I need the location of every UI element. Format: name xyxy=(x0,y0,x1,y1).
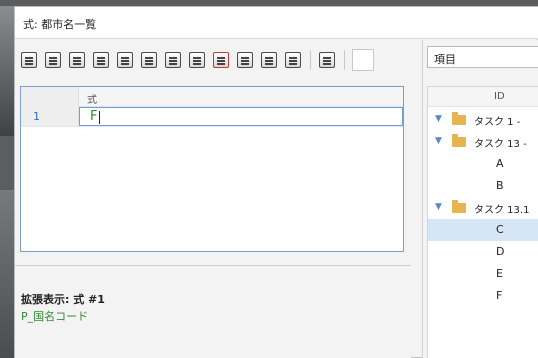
grid-header: 式 xyxy=(21,87,403,107)
title-bar[interactable]: 式: 都市名一覧 xyxy=(15,7,538,39)
tree-leaf-row[interactable]: B xyxy=(428,175,538,197)
color-swatch[interactable] xyxy=(352,49,374,71)
items-dropdown[interactable]: 項目 ⌄ xyxy=(427,46,538,68)
expand-triangle-icon[interactable]: ▼ xyxy=(435,136,442,146)
tree-item-label: タスク 13 - xyxy=(474,139,527,150)
items-tree: ID ▼ タスク 1 - ▼ タスク 13 - A B ▼ タスク 13.1 C… xyxy=(427,86,538,358)
calculator-icon[interactable] xyxy=(141,52,157,68)
expand-triangle-icon[interactable]: ▼ xyxy=(435,202,442,212)
tree-group-row[interactable]: ▼ タスク 13 - xyxy=(428,131,538,153)
text-caret xyxy=(99,111,100,124)
formula-editor-window: 式: 都市名一覧 式 1 F 拡張表示: 式 #1 P_国名コード 項目 ⌄ I… xyxy=(14,6,538,358)
toolbar xyxy=(19,46,409,74)
rename-icon[interactable] xyxy=(93,52,109,68)
toolbar-separator xyxy=(344,50,345,70)
tree-header: ID xyxy=(428,87,538,107)
expanded-view-value: P_国名コード xyxy=(21,310,89,323)
table-row[interactable]: 1 F xyxy=(21,107,403,127)
tree-leaf-row[interactable]: E xyxy=(428,263,538,285)
formula-grid: 式 1 F xyxy=(20,86,404,252)
tree-item-label: B xyxy=(496,179,504,192)
list-icon[interactable] xyxy=(165,52,181,68)
insert-row-icon[interactable] xyxy=(319,52,335,68)
formula-text: F xyxy=(90,109,98,124)
tree-item-label: タスク 1 - xyxy=(474,117,521,128)
tree-leaf-row[interactable]: D xyxy=(428,241,538,263)
expand-triangle-icon[interactable]: ▼ xyxy=(435,114,442,124)
tree-item-label: C xyxy=(496,223,504,236)
expanded-view-panel: 拡張表示: 式 #1 P_国名コード xyxy=(15,265,411,358)
items-pane: 項目 ⌄ ID ▼ タスク 1 - ▼ タスク 13 - A B ▼ タスク 1… xyxy=(422,40,538,358)
row-number: 1 xyxy=(21,107,79,126)
formula-column-header: 式 xyxy=(87,95,97,106)
table-icon[interactable] xyxy=(117,52,133,68)
tree-item-label: タスク 13.1 xyxy=(474,205,530,216)
expanded-view-label: 拡張表示: 式 #1 xyxy=(21,293,105,306)
tree-leaf-row[interactable]: A xyxy=(428,153,538,175)
formula-cell-input[interactable]: F xyxy=(79,107,403,126)
document-icon[interactable] xyxy=(237,52,253,68)
desktop-background xyxy=(0,6,14,136)
desktop-background-lower xyxy=(0,190,14,358)
window-title: 式: 都市名一覧 xyxy=(23,18,97,31)
tree-leaf-row-selected[interactable]: C xyxy=(428,219,538,241)
tree-item-label: F xyxy=(496,289,503,302)
folder-icon xyxy=(452,134,466,147)
note-icon[interactable] xyxy=(285,52,301,68)
tree-item-label: E xyxy=(496,267,503,280)
id-column-header: ID xyxy=(494,91,505,102)
edit-icon[interactable] xyxy=(45,52,61,68)
tree-group-row[interactable]: ▼ タスク 1 - xyxy=(428,109,538,131)
delete-icon[interactable] xyxy=(213,52,229,68)
chevron-down-icon: ⌄ xyxy=(434,51,443,62)
grid-row-gutter-header xyxy=(21,87,79,107)
tree-leaf-row[interactable]: F xyxy=(428,285,538,307)
search-icon[interactable] xyxy=(189,52,205,68)
edit-field-icon[interactable] xyxy=(69,52,85,68)
insert-icon[interactable] xyxy=(21,52,37,68)
folder-icon xyxy=(452,112,466,125)
toolbar-separator xyxy=(310,50,311,70)
formula-pane: 式 1 F 拡張表示: 式 #1 P_国名コード xyxy=(15,40,411,358)
tree-group-row[interactable]: ▼ タスク 13.1 xyxy=(428,197,538,219)
folder-icon xyxy=(452,200,466,213)
chart-icon[interactable] xyxy=(261,52,277,68)
tree-item-label: A xyxy=(496,157,504,170)
tree-item-label: D xyxy=(496,245,505,258)
